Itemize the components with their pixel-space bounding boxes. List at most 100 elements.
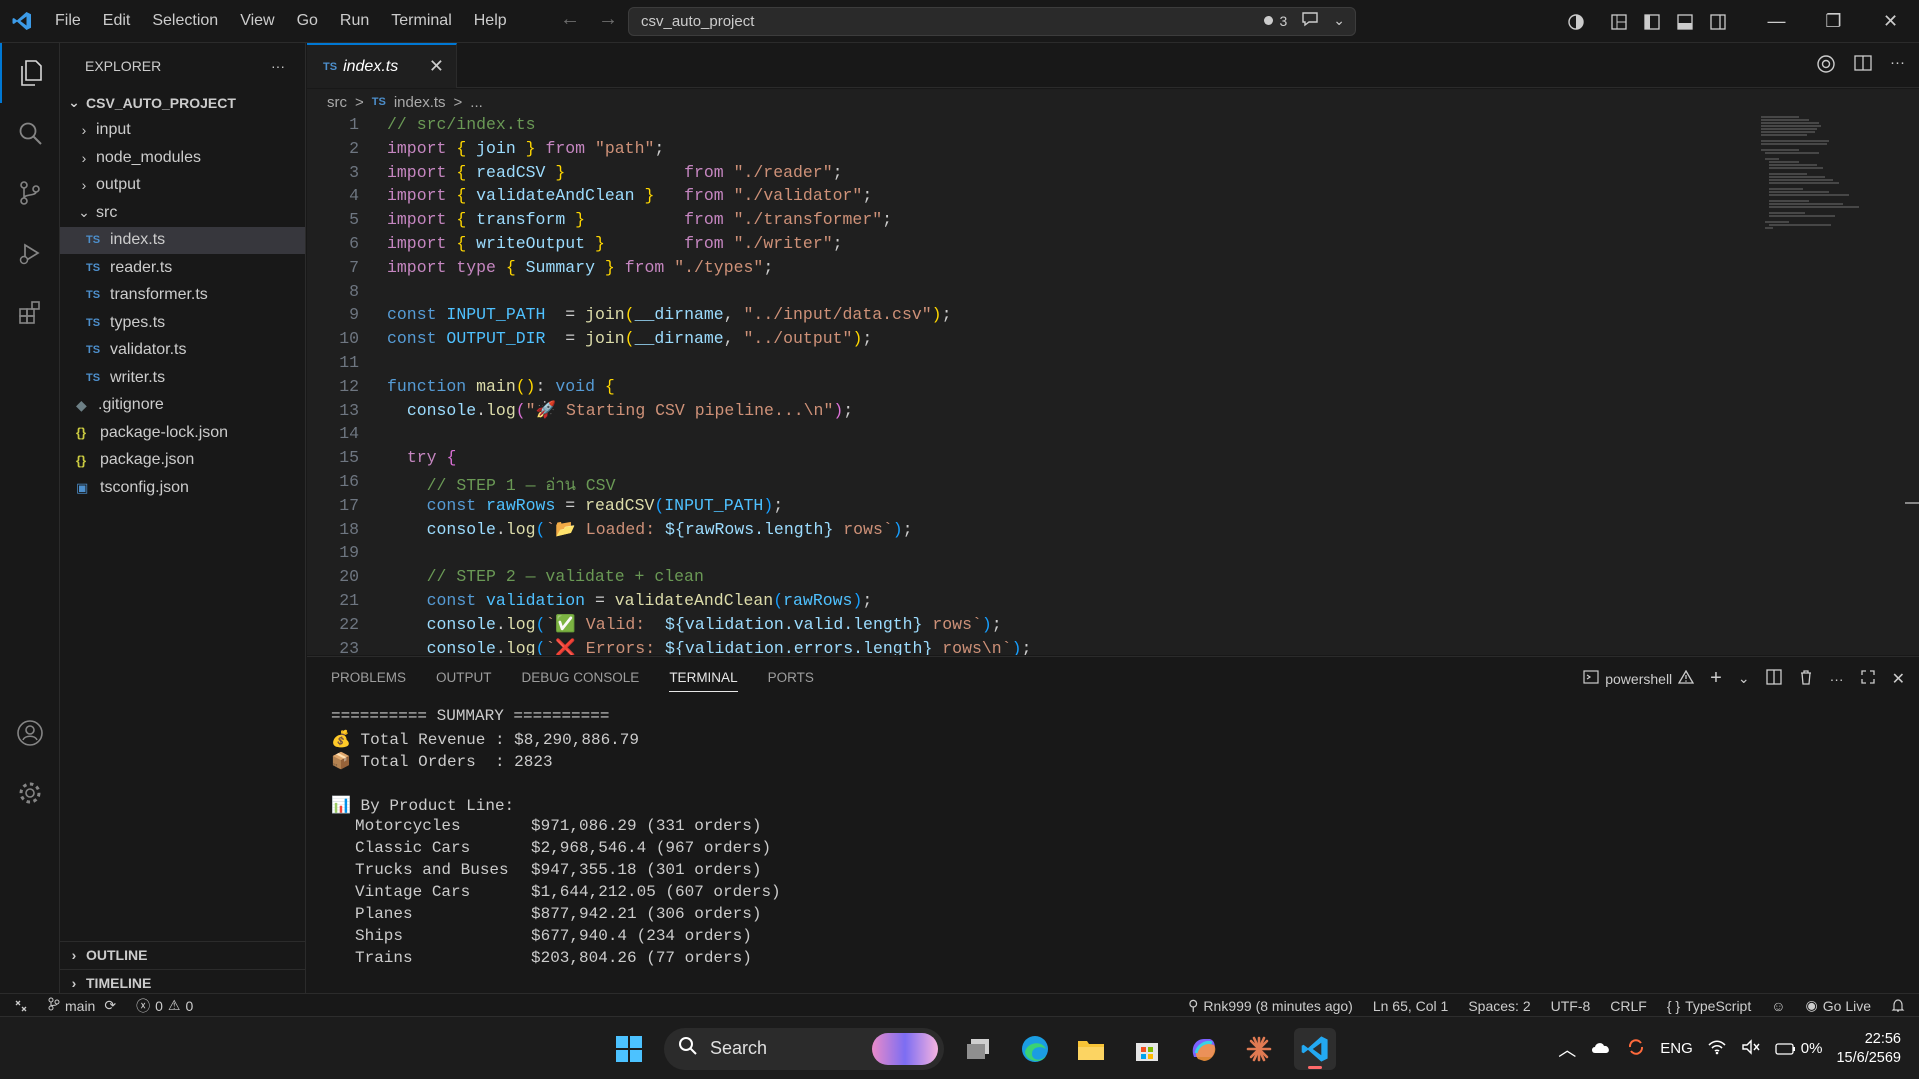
run-debug-icon[interactable] [0,223,60,283]
cursor-position[interactable]: Ln 65, Col 1 [1363,998,1459,1014]
menu-help[interactable]: Help [463,12,518,30]
microsoft-store-icon[interactable] [1126,1028,1168,1070]
modified-count-badge[interactable]: 3 [1264,13,1287,29]
new-terminal-icon[interactable]: + [1710,667,1722,690]
file-package-json[interactable]: {} package.json [60,447,305,475]
split-editor-icon[interactable] [1854,54,1872,78]
encoding[interactable]: UTF-8 [1541,998,1601,1014]
file-index-ts[interactable]: TS index.ts [60,226,305,254]
speaker-muted-icon[interactable] [1741,1038,1761,1059]
more-actions-icon[interactable]: ··· [1890,54,1905,78]
taskbar-search[interactable]: Search [664,1027,944,1070]
sync-tray-icon[interactable] [1626,1037,1646,1061]
more-actions-icon[interactable]: ··· [1830,671,1844,687]
battery-indicator[interactable]: 0% [1775,1040,1822,1057]
file-gitignore[interactable]: ◆ .gitignore [60,392,305,420]
copilot-app-icon[interactable] [1182,1028,1224,1070]
accounts-icon[interactable] [0,703,60,763]
clock[interactable]: 22:56 15/6/2569 [1836,1030,1901,1068]
file-validator-ts[interactable]: TS validator.ts [60,337,305,365]
vscode-taskbar-icon[interactable] [1294,1027,1336,1070]
file-writer-ts[interactable]: TS writer.ts [60,364,305,392]
branch-indicator[interactable]: main ⟳ [38,997,126,1014]
folder-node-modules[interactable]: › node_modules [60,144,305,172]
project-root[interactable]: ⌄ CSV_AUTO_PROJECT [60,89,305,117]
windows-start-icon[interactable] [608,1028,650,1070]
file-types-ts[interactable]: TS types.ts [60,309,305,337]
copilot-icon[interactable] [1559,0,1592,43]
menu-selection[interactable]: Selection [141,12,229,30]
breadcrumb-symbol[interactable]: ... [470,94,483,111]
restore-button[interactable]: ❐ [1805,0,1862,43]
go-live-button[interactable]: ◉ Go Live [1796,997,1881,1014]
toggle-secondary-sidebar-icon[interactable] [1701,0,1734,43]
explorer-icon[interactable] [0,43,60,103]
customize-layout-icon[interactable] [1602,0,1635,43]
folder-src[interactable]: ⌄ src [60,199,305,227]
outline-section[interactable]: › OUTLINE [60,941,306,968]
chevron-down-icon[interactable]: ⌄ [1738,670,1750,687]
language-indicator[interactable]: ENG [1660,1040,1693,1057]
menu-terminal[interactable]: Terminal [380,12,462,30]
settings-gear-icon[interactable] [0,763,60,823]
breadcrumb-src[interactable]: src [327,94,347,111]
timeline-section[interactable]: › TIMELINE [60,969,306,996]
close-panel-icon[interactable]: ✕ [1892,669,1905,689]
problems-indicator[interactable]: ⓧ 0 ⚠ 0 [126,996,203,1016]
notifications-bell-icon[interactable] [1881,998,1919,1013]
sync-icon[interactable]: ⟳ [104,997,116,1014]
source-control-icon[interactable] [0,163,60,223]
remote-icon[interactable] [0,999,38,1013]
git-blame[interactable]: ⚲ Rnk999 (8 minutes ago) [1178,997,1363,1014]
back-arrow-icon[interactable]: ← [560,8,580,31]
menu-go[interactable]: Go [286,12,329,30]
minimap[interactable] [1759,115,1869,255]
trash-icon[interactable] [1798,669,1814,688]
tab-debug-console[interactable]: DEBUG CONSOLE [522,670,640,685]
tab-problems[interactable]: PROBLEMS [331,670,406,685]
tab-terminal[interactable]: TERMINAL [669,662,738,692]
code-editor[interactable]: 1 // src/index.ts 2 import { join } from "… [307,115,1919,655]
chat-icon[interactable] [1301,11,1319,30]
tab-index-ts[interactable]: TS index.ts ✕ [307,43,457,88]
split-terminal-icon[interactable] [1765,669,1782,688]
toggle-sidebar-icon[interactable] [1635,0,1668,43]
toggle-panel-icon[interactable] [1668,0,1701,43]
copilot-status-icon[interactable]: ☺ [1761,998,1795,1014]
breadcrumb-file[interactable]: index.ts [394,94,446,111]
command-center[interactable]: csv_auto_project 3 ⌄ [628,7,1356,36]
file-tsconfig-json[interactable]: ▣ tsconfig.json [60,474,305,502]
extensions-icon[interactable] [0,283,60,343]
menu-edit[interactable]: Edit [92,12,142,30]
task-view-icon[interactable] [958,1028,1000,1070]
menu-run[interactable]: Run [329,12,380,30]
file-transformer-ts[interactable]: TS transformer.ts [60,282,305,310]
more-actions-icon[interactable]: ··· [271,58,285,74]
maximize-panel-icon[interactable] [1860,669,1876,688]
folder-input[interactable]: › input [60,117,305,145]
terminal-shell-selector[interactable]: powershell [1583,669,1695,687]
menu-view[interactable]: View [229,12,285,30]
menu-file[interactable]: File [44,12,92,30]
file-package-lock-json[interactable]: {} package-lock.json [60,419,305,447]
edge-browser-icon[interactable] [1014,1028,1056,1070]
close-window-button[interactable]: ✕ [1862,0,1919,43]
language-mode[interactable]: { } TypeScript [1657,998,1761,1014]
indentation[interactable]: Spaces: 2 [1458,998,1540,1014]
tab-ports[interactable]: PORTS [768,670,814,685]
folder-output[interactable]: › output [60,172,305,200]
chevron-up-icon[interactable]: ︿ [1558,1036,1576,1062]
copilot-chat-icon[interactable] [1816,54,1836,78]
search-icon[interactable] [0,103,60,163]
close-tab-icon[interactable]: ✕ [429,56,444,77]
onedrive-icon[interactable] [1590,1039,1612,1059]
claude-app-icon[interactable] [1238,1028,1280,1070]
file-explorer-icon[interactable] [1070,1028,1112,1070]
line-ending[interactable]: CRLF [1600,998,1657,1014]
minimize-button[interactable]: — [1748,0,1805,43]
chevron-down-icon[interactable]: ⌄ [1333,12,1345,29]
tab-output[interactable]: OUTPUT [436,670,492,685]
wifi-icon[interactable] [1707,1039,1727,1059]
forward-arrow-icon[interactable]: → [598,8,618,31]
terminal-output[interactable]: ========== SUMMARY ========== 💰 Total Re… [331,707,781,971]
